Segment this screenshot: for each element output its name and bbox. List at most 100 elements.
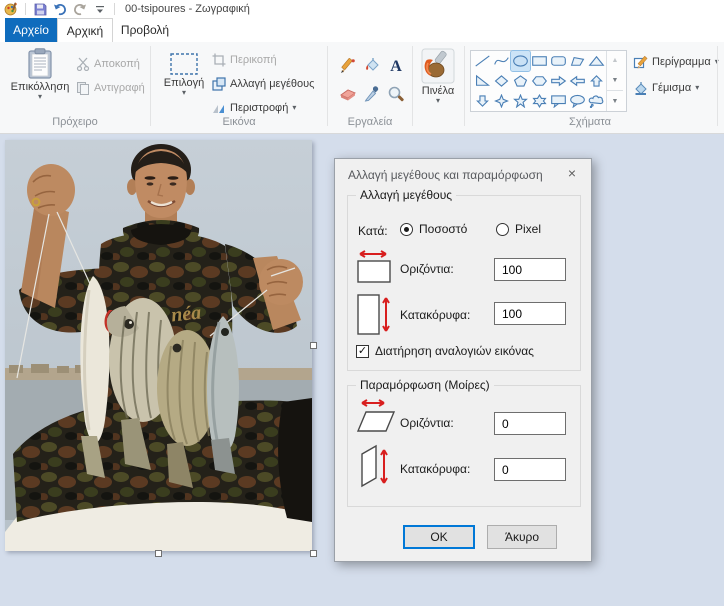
ok-button[interactable]: OK: [403, 525, 475, 549]
text-tool-icon[interactable]: A: [384, 52, 408, 80]
radio-pixel-label: Pixel: [515, 222, 542, 236]
copy-button[interactable]: Αντιγραφή: [76, 78, 145, 98]
resize-group: Αλλαγή μεγέθους Κατά: Ποσοστό Pixel Οριζ…: [347, 188, 581, 371]
undo-icon[interactable]: [52, 2, 68, 17]
shape-arrow-right[interactable]: [549, 71, 568, 91]
shape-polygon[interactable]: [568, 51, 587, 71]
shapes-scrollbar: ▲ ▼ ▼: [606, 51, 623, 111]
resize-skew-dialog: Αλλαγή μεγέθους και παραμόρφωση × Αλλαγή…: [334, 158, 592, 562]
tab-view[interactable]: Προβολή: [113, 18, 177, 42]
window-title: 00-tsipoures - Ζωγραφική: [125, 3, 250, 15]
skew-vertical-input[interactable]: [494, 458, 566, 481]
resize-handle-bottom-right[interactable]: [310, 550, 317, 557]
redo-icon[interactable]: [72, 2, 88, 17]
fill-button[interactable]: Γέμισμα ▾: [633, 78, 699, 98]
brushes-dropdown-icon: ▾: [435, 96, 440, 105]
resize-vertical-label: Κατακόρυφα:: [400, 308, 471, 322]
crop-button[interactable]: Περικοπή: [212, 50, 277, 70]
shape-arrow-down[interactable]: [473, 91, 492, 111]
magnifier-icon[interactable]: [384, 80, 408, 108]
shape-rounded-rectangle[interactable]: [549, 51, 568, 71]
fill-dropdown-icon: ▾: [695, 83, 700, 92]
rotate-icon: [213, 105, 224, 113]
resize-group-label: Αλλαγή μεγέθους: [356, 188, 457, 202]
shape-callout-cloud[interactable]: [587, 91, 606, 111]
shape-hexagon[interactable]: [530, 71, 549, 91]
image-group-label: Εικόνα: [222, 116, 256, 128]
dialog-title: Αλλαγή μεγέθους και παραμόρφωση: [348, 168, 543, 182]
shape-star-5[interactable]: [511, 91, 530, 111]
shape-star-4[interactable]: [492, 91, 511, 111]
shapes-more-icon[interactable]: ▼: [607, 90, 623, 111]
tab-home[interactable]: Αρχική: [57, 18, 113, 42]
group-separator: [150, 46, 151, 126]
fill-icon: [635, 81, 647, 95]
keep-aspect-label: Διατήρηση αναλογιών εικόνας: [375, 344, 534, 358]
shape-right-triangle[interactable]: [473, 71, 492, 91]
svg-text:A: A: [390, 58, 402, 75]
pencil-icon[interactable]: [336, 52, 360, 80]
shapes-scroll-down-icon[interactable]: ▼: [607, 71, 623, 91]
cut-label: Αποκοπή: [94, 58, 140, 70]
shape-curve[interactable]: [492, 51, 511, 71]
select-button[interactable]: Επιλογή ▾: [160, 52, 208, 97]
crop-icon: [212, 53, 226, 67]
tab-file[interactable]: Αρχείο: [5, 18, 57, 42]
shapes-grid: [473, 50, 606, 111]
shape-arrow-left[interactable]: [568, 71, 587, 91]
brushes-button[interactable]: Πινέλα ▾: [417, 48, 459, 105]
skew-horizontal-input[interactable]: [494, 412, 566, 435]
crop-label: Περικοπή: [230, 54, 277, 66]
horizontal-resize-icon: [357, 250, 391, 283]
paint-app-icon: [3, 2, 19, 17]
canvas-area[interactable]: néa Αλλαγή μεγέθους και παραμόρφωση × Αλ…: [0, 134, 724, 606]
shape-ellipse[interactable]: [510, 50, 531, 72]
keep-aspect-checkbox[interactable]: ✓ Διατήρηση αναλογιών εικόνας: [356, 344, 534, 358]
rotate-button[interactable]: Περιστροφή ▾: [212, 98, 296, 118]
resize-label: Αλλαγή μεγέθους: [230, 78, 315, 90]
photo-brand-text: néa: [170, 301, 202, 326]
fill-bucket-icon[interactable]: [360, 52, 384, 80]
cut-button[interactable]: Αποκοπή: [76, 54, 140, 74]
shapes-scroll-up-icon[interactable]: ▲: [607, 51, 623, 71]
dialog-title-bar[interactable]: Αλλαγή μεγέθους και παραμόρφωση ×: [335, 159, 591, 189]
paste-dropdown-icon: ▾: [37, 92, 42, 101]
shape-star-6[interactable]: [530, 91, 549, 111]
outline-button[interactable]: Περίγραμμα ▾: [633, 52, 719, 72]
group-separator: [464, 46, 465, 126]
radio-percent[interactable]: Ποσοστό: [400, 222, 467, 236]
shape-callout-rectangle[interactable]: [549, 91, 568, 111]
customize-quick-access-icon[interactable]: [92, 2, 108, 17]
outline-icon: [633, 55, 648, 68]
radio-pixel[interactable]: Pixel: [496, 222, 541, 236]
qat-separator: [25, 3, 26, 15]
eraser-icon[interactable]: [336, 80, 360, 108]
dialog-close-icon[interactable]: ×: [553, 159, 591, 187]
shape-arrow-up[interactable]: [587, 71, 606, 91]
shapes-group-label: Σχήματα: [569, 116, 611, 128]
copy-label: Αντιγραφή: [94, 82, 145, 94]
shape-rectangle[interactable]: [530, 51, 549, 71]
resize-vertical-input[interactable]: [494, 302, 566, 325]
shape-line[interactable]: [473, 51, 492, 71]
shape-triangle[interactable]: [587, 51, 606, 71]
vertical-skew-icon: [361, 444, 388, 488]
save-icon[interactable]: [32, 2, 48, 17]
by-label: Κατά:: [358, 224, 388, 238]
resize-horizontal-input[interactable]: [494, 258, 566, 281]
resize-button[interactable]: Αλλαγή μεγέθους: [212, 74, 314, 94]
resize-handle-bottom[interactable]: [155, 550, 162, 557]
shape-diamond[interactable]: [492, 71, 511, 91]
outline-label: Περίγραμμα: [652, 56, 711, 68]
color-picker-icon[interactable]: [360, 80, 384, 108]
resize-handle-right[interactable]: [310, 342, 317, 349]
paste-button[interactable]: Επικόλληση ▾: [10, 48, 70, 101]
scissors-icon: [76, 57, 90, 71]
canvas-photo[interactable]: néa: [5, 140, 312, 551]
cancel-button[interactable]: Άκυρο: [487, 525, 557, 549]
shape-pentagon[interactable]: [511, 71, 530, 91]
group-separator: [717, 46, 718, 126]
shape-callout-oval[interactable]: [568, 91, 587, 111]
paint-window: 00-tsipoures - Ζωγραφική Αρχείο Αρχική Π…: [0, 0, 724, 606]
tools-group-label: Εργαλεία: [347, 116, 393, 128]
